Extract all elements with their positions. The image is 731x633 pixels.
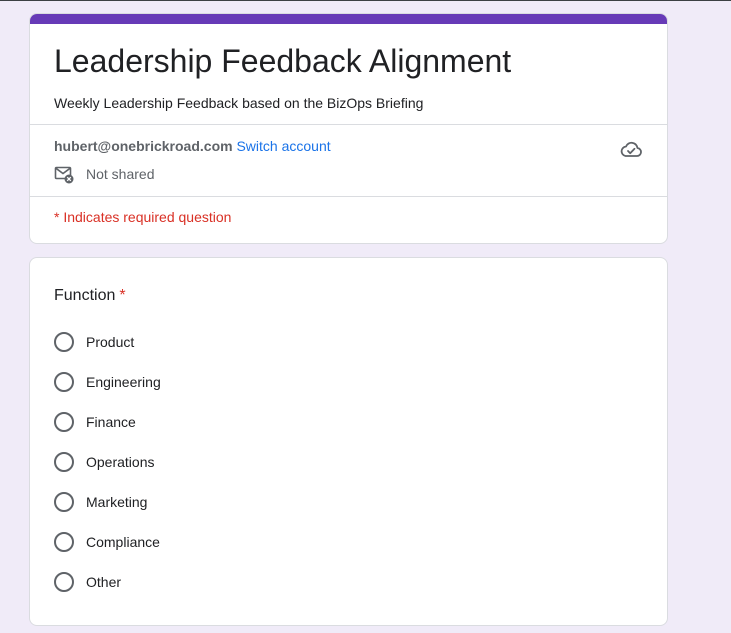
radio-option-label: Marketing — [86, 494, 148, 510]
form-header-card: Leadership Feedback Alignment Weekly Lea… — [29, 13, 668, 244]
radio-button[interactable] — [54, 332, 74, 352]
radio-option-label: Other — [86, 574, 122, 590]
sharing-status: Not shared — [54, 164, 154, 184]
radio-option-label: Product — [86, 334, 135, 350]
radio-button[interactable] — [54, 412, 74, 432]
radio-button[interactable] — [54, 572, 74, 592]
radio-option-list: Product Engineering Finance Operations M… — [54, 330, 161, 610]
window-top-border — [0, 0, 731, 1]
account-line: hubert@onebrickroad.com Switch account — [54, 136, 331, 156]
cloud-saved-icon[interactable] — [619, 137, 643, 161]
switch-account-link[interactable]: Switch account — [236, 138, 330, 154]
radio-button[interactable] — [54, 492, 74, 512]
radio-option-product[interactable]: Product — [54, 330, 161, 354]
question-title-text: Function — [54, 287, 116, 304]
radio-option-operations[interactable]: Operations — [54, 450, 161, 474]
radio-button[interactable] — [54, 372, 74, 392]
radio-button[interactable] — [54, 532, 74, 552]
required-question-note: * Indicates required question — [54, 209, 232, 225]
radio-option-other[interactable]: Other — [54, 570, 161, 594]
radio-option-label: Compliance — [86, 534, 160, 550]
form-accent-bar — [30, 14, 667, 24]
radio-option-label: Finance — [86, 414, 136, 430]
radio-button[interactable] — [54, 452, 74, 472]
account-email: hubert@onebrickroad.com — [54, 138, 233, 154]
question-card-function: Function * Product Engineering Finance Op… — [29, 257, 668, 626]
form-description: Weekly Leadership Feedback based on the … — [54, 95, 424, 111]
radio-option-engineering[interactable]: Engineering — [54, 370, 161, 394]
header-divider — [30, 124, 667, 125]
required-asterisk: * — [119, 287, 126, 304]
radio-option-label: Engineering — [86, 374, 161, 390]
radio-option-label: Operations — [86, 454, 155, 470]
mail-not-shared-icon — [54, 164, 74, 184]
question-title: Function * — [54, 284, 126, 308]
radio-option-marketing[interactable]: Marketing — [54, 490, 161, 514]
sharing-status-text: Not shared — [86, 166, 155, 182]
form-title: Leadership Feedback Alignment — [54, 43, 512, 79]
radio-option-finance[interactable]: Finance — [54, 410, 161, 434]
radio-option-compliance[interactable]: Compliance — [54, 530, 161, 554]
required-divider — [30, 196, 667, 197]
